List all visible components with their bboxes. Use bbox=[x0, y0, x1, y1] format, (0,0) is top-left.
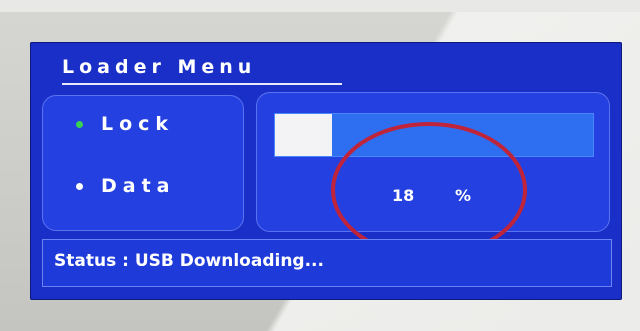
progress-bar-fill bbox=[275, 114, 333, 156]
status-dot-icon bbox=[76, 182, 83, 190]
status-text: Status : USB Downloading... bbox=[54, 251, 324, 271]
menu-item-label: Data bbox=[101, 175, 176, 197]
menu-item-data[interactable]: Data bbox=[76, 174, 176, 198]
menu-item-lock[interactable]: Lock bbox=[76, 112, 174, 136]
status-dot-icon bbox=[76, 120, 83, 128]
title-underline bbox=[62, 83, 342, 85]
dialog-title: Loader Menu bbox=[62, 56, 257, 78]
menu-item-label: Lock bbox=[101, 113, 175, 135]
highlight-ellipse-annotation bbox=[331, 122, 527, 258]
top-bezel-strip bbox=[0, 0, 640, 12]
